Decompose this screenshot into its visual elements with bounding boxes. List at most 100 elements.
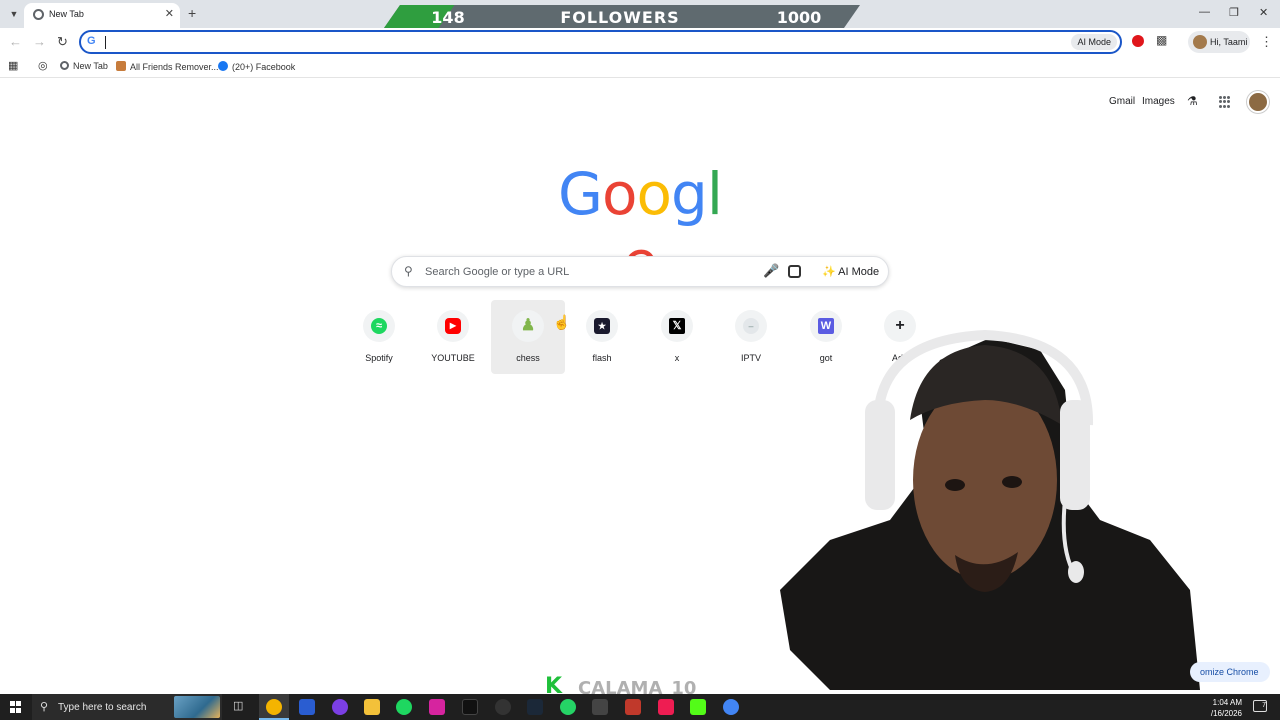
chrome-menu-icon[interactable]: ⋮ [1260, 34, 1273, 50]
shortcut-icon-bg: ♟ [512, 310, 544, 342]
text-caret [105, 36, 106, 49]
back-button[interactable]: ← [9, 34, 22, 49]
chrome-icon [60, 61, 69, 70]
steam-taskbar-icon[interactable] [527, 699, 543, 715]
close-tab-icon[interactable]: ✕ [165, 7, 174, 20]
spotify-taskbar-icon[interactable] [396, 699, 412, 715]
bookmark-friends-remover[interactable]: All Friends Remover... [116, 61, 219, 72]
logo-letter: o [602, 160, 637, 228]
active-tab[interactable]: New Tab ✕ [24, 3, 180, 28]
whatsapp-taskbar-icon[interactable] [560, 699, 576, 715]
shortcut-label: x [674, 353, 680, 363]
profile-avatar [1193, 35, 1207, 49]
microphone-icon[interactable]: 🎤 [763, 263, 779, 279]
obs-taskbar-icon[interactable] [495, 699, 511, 715]
customize-chrome-button[interactable]: omize Chrome [1190, 662, 1270, 682]
logo-letter: o [636, 160, 672, 228]
taskbar-clock[interactable]: 1:04 AM /16/2026 [1208, 697, 1242, 719]
bookmark-label: (20+) Facebook [232, 62, 296, 72]
gmail-link[interactable]: Gmail [1109, 96, 1135, 107]
chrome-icon [33, 9, 44, 20]
shortcut-label: Spotify [365, 353, 393, 363]
omnibox-ai-mode-button[interactable]: AI Mode [1071, 34, 1117, 50]
shortcut-label: chess [516, 353, 540, 363]
search-placeholder: Search Google or type a URL [425, 266, 570, 278]
tab-title: New Tab [49, 9, 84, 19]
webcam-overlay [780, 330, 1200, 690]
hand-cursor-icon: ☝ [553, 314, 571, 330]
chess-icon: ♟ [520, 317, 536, 334]
google-g-icon: G [87, 35, 96, 47]
bookmark-label: All Friends Remover... [130, 62, 219, 72]
shortcut-icon-bg: ▶ [437, 310, 469, 342]
apps-grid-icon[interactable]: ▦ [8, 59, 18, 72]
task-view-icon[interactable]: ◫ [233, 699, 249, 715]
windows-start-icon[interactable] [10, 701, 22, 713]
followers-overlay: 148 FOLLOWERS 1000 [384, 5, 860, 28]
x-icon: 𝕏 [669, 318, 685, 334]
taskbar-search-box[interactable]: ⚲ Type here to search [32, 694, 222, 720]
google-logo: Google [547, 160, 733, 296]
kick-taskbar-icon[interactable] [690, 699, 706, 715]
search-icon: ⚲ [404, 264, 413, 278]
tiktok-live-taskbar-icon[interactable] [658, 699, 674, 715]
google-lens-icon[interactable] [788, 265, 801, 278]
globe-icon[interactable]: ◎ [38, 59, 48, 72]
followers-count: 148 [431, 8, 465, 27]
minimize-button[interactable]: — [1199, 6, 1210, 18]
shortcut-spotify[interactable]: ≈ Spotify [342, 300, 416, 374]
search-ai-mode-button[interactable]: ✨ AI Mode [814, 261, 887, 283]
shortcut-chess[interactable]: ♟ chess [491, 300, 565, 374]
browser-toolbar: ← → ↻ G AI Mode ▩ Hi, Taami ⋮ [0, 28, 1280, 56]
bookmark-label: New Tab [73, 61, 108, 71]
restore-button[interactable]: ❐ [1229, 6, 1239, 19]
shortcut-label: YOUTUBE [431, 353, 475, 363]
ai-mode-label: AI Mode [838, 266, 880, 278]
app-taskbar-icon[interactable] [592, 699, 608, 715]
opera-extension-icon[interactable] [1132, 35, 1144, 47]
extensions-icon[interactable]: ▩ [1156, 33, 1167, 47]
images-link[interactable]: Images [1142, 96, 1175, 107]
clock-date: /16/2026 [1210, 709, 1242, 718]
account-avatar[interactable] [1247, 91, 1269, 113]
windows-taskbar: ⚲ Type here to search ◫ 1:04 AM /16/2026… [0, 694, 1280, 720]
google-apps-icon[interactable] [1219, 96, 1231, 108]
logo-letter: g [671, 160, 708, 228]
tab-search-button[interactable]: ▼ [6, 6, 22, 22]
store-taskbar-icon[interactable] [299, 699, 315, 715]
facebook-icon [218, 61, 228, 71]
bookmark-new-tab[interactable]: New Tab [60, 61, 108, 71]
flash-icon: ★ [594, 318, 610, 334]
file-explorer-icon[interactable] [364, 699, 380, 715]
search-highlight-image [174, 696, 220, 718]
shortcut-icon-bg: 𝕏 [661, 310, 693, 342]
close-window-button[interactable]: ✕ [1259, 6, 1268, 19]
profile-label: Hi, Taami [1210, 37, 1248, 47]
game-taskbar-icon[interactable] [625, 699, 641, 715]
new-tab-button[interactable]: + [188, 5, 196, 21]
chrome-taskbar-icon[interactable] [266, 699, 282, 715]
shortcut-icon-bg: ⎯ [735, 310, 767, 342]
taskbar-search-placeholder: Type here to search [58, 702, 147, 713]
labs-flask-icon[interactable]: ⚗ [1187, 94, 1198, 108]
shortcut-youtube[interactable]: ▶ YOUTUBE [416, 300, 490, 374]
shortcut-icon-bg: ≈ [363, 310, 395, 342]
shortcut-flash[interactable]: ★ flash [565, 300, 639, 374]
search-icon: ⚲ [40, 701, 49, 713]
reload-button[interactable]: ↻ [57, 34, 68, 50]
spotify-icon: ≈ [371, 318, 387, 334]
google-search-box[interactable]: ⚲ Search Google or type a URL 🎤 ✨ AI Mod… [391, 256, 889, 287]
forward-button[interactable]: → [33, 34, 46, 49]
tiktok-taskbar-icon[interactable] [462, 699, 478, 715]
messenger-taskbar-icon[interactable] [332, 699, 348, 715]
followers-label: FOLLOWERS [560, 8, 680, 27]
instagram-taskbar-icon[interactable] [429, 699, 445, 715]
shortcut-x[interactable]: 𝕏 x [640, 300, 714, 374]
notification-center-icon[interactable]: 7 [1253, 700, 1267, 712]
chrome-secondary-taskbar-icon[interactable] [723, 699, 739, 715]
notification-count: 7 [1262, 702, 1266, 709]
address-bar[interactable]: G AI Mode [79, 30, 1122, 54]
bookmark-facebook[interactable]: (20+) Facebook [218, 61, 295, 72]
extension-icon [116, 61, 126, 71]
profile-button[interactable]: Hi, Taami [1188, 31, 1250, 53]
